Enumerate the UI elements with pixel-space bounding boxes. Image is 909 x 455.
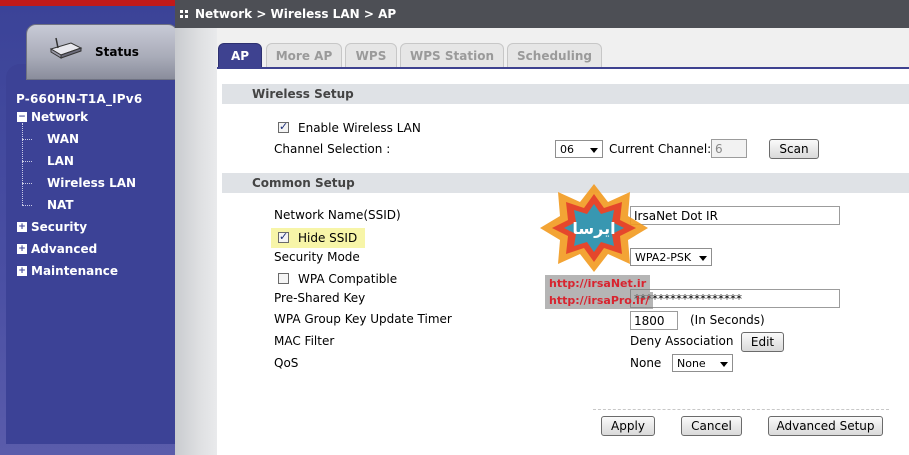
advanced-setup-button[interactable]: Advanced Setup (768, 416, 883, 436)
nav-nat[interactable]: NAT (47, 198, 74, 212)
tab-scheduling[interactable]: Scheduling (507, 43, 602, 68)
nav-security[interactable]: Security (31, 220, 87, 234)
psk-label: Pre-Shared Key (274, 291, 366, 305)
channel-label: Channel Selection : (274, 142, 391, 156)
mac-filter-label: MAC Filter (274, 334, 335, 348)
psk-input[interactable]: ****************** (630, 289, 840, 308)
tab-underline (217, 67, 909, 69)
ssid-input[interactable]: IrsaNet Dot IR (630, 206, 840, 225)
tab-wps-station[interactable]: WPS Station (400, 43, 504, 68)
nav-lan[interactable]: LAN (47, 154, 74, 168)
expand-icon[interactable]: + (17, 244, 27, 254)
scan-button[interactable]: Scan (769, 139, 819, 159)
mac-filter-value: Deny Association (630, 334, 734, 348)
watermark-url-2: http://irsaPro.ir/ (545, 292, 654, 309)
grid-icon (180, 10, 188, 18)
chevron-down-icon (590, 148, 598, 153)
ssid-label: Network Name(SSID) (274, 208, 401, 222)
router-icon (49, 37, 83, 59)
breadcrumb: Network > Wireless LAN > AP (195, 7, 397, 21)
collapse-icon[interactable]: − (17, 112, 27, 122)
divider-strip (175, 0, 217, 455)
group-key-timer-input[interactable]: 1800 (630, 311, 678, 330)
nav-wan[interactable]: WAN (47, 132, 79, 146)
qos-value: None (630, 356, 662, 370)
footer-divider (593, 409, 889, 410)
hide-ssid-checkbox[interactable] (278, 230, 289, 243)
chevron-down-icon (699, 256, 707, 261)
cancel-button[interactable]: Cancel (681, 416, 742, 436)
tab-more-ap[interactable]: More AP (266, 43, 342, 68)
qos-label: QoS (274, 356, 299, 370)
tree-line (22, 139, 32, 140)
current-channel-label: Current Channel: (609, 142, 712, 156)
nav-advanced[interactable]: Advanced (31, 242, 97, 256)
watermark-logo-text: ایرسا (572, 219, 615, 238)
security-mode-label: Security Mode (274, 250, 360, 264)
apply-button[interactable]: Apply (601, 416, 655, 436)
header-bar: Network > Wireless LAN > AP (175, 0, 909, 28)
mac-edit-button[interactable]: Edit (741, 332, 784, 352)
wireless-setup-header: Wireless Setup (222, 84, 909, 104)
nav-maintenance[interactable]: Maintenance (31, 264, 118, 278)
tab-wps[interactable]: WPS (345, 43, 397, 68)
current-channel-field: 6 (711, 139, 747, 158)
channel-select-value: 06 (560, 143, 574, 156)
device-name: P-660HN-T1A_IPv6 (16, 92, 143, 106)
hide-ssid-label: Hide SSID (298, 231, 358, 245)
tab-ap[interactable]: AP (218, 43, 262, 68)
tree-line (22, 183, 32, 184)
wpa-compatible-label: WPA Compatible (298, 272, 398, 286)
nav-wireless-lan[interactable]: Wireless LAN (47, 176, 136, 190)
nav-network[interactable]: Network (31, 110, 88, 124)
status-tab[interactable]: Status (26, 24, 178, 80)
qos-select-value: None (677, 357, 706, 370)
expand-icon[interactable]: + (17, 266, 27, 276)
group-key-unit: (In Seconds) (690, 313, 765, 327)
group-key-timer-label: WPA Group Key Update Timer (274, 312, 452, 326)
channel-select[interactable]: 06 (555, 140, 603, 158)
chevron-down-icon (720, 362, 728, 367)
sidebar: Status P-660HN-T1A_IPv6 − Network WAN LA… (0, 0, 178, 455)
watermark-logo: ایرسا (540, 184, 648, 272)
status-label[interactable]: Status (95, 45, 139, 59)
tree-line (22, 161, 32, 162)
expand-icon[interactable]: + (17, 222, 27, 232)
tree-line (22, 205, 32, 206)
enable-wireless-label: Enable Wireless LAN (298, 121, 421, 135)
tree-line (22, 123, 23, 205)
qos-select[interactable]: None (672, 354, 733, 372)
wpa-compatible-checkbox[interactable] (278, 273, 289, 284)
watermark-url-1: http://irsaNet.ir (545, 275, 651, 292)
enable-wireless-checkbox[interactable] (278, 120, 289, 133)
